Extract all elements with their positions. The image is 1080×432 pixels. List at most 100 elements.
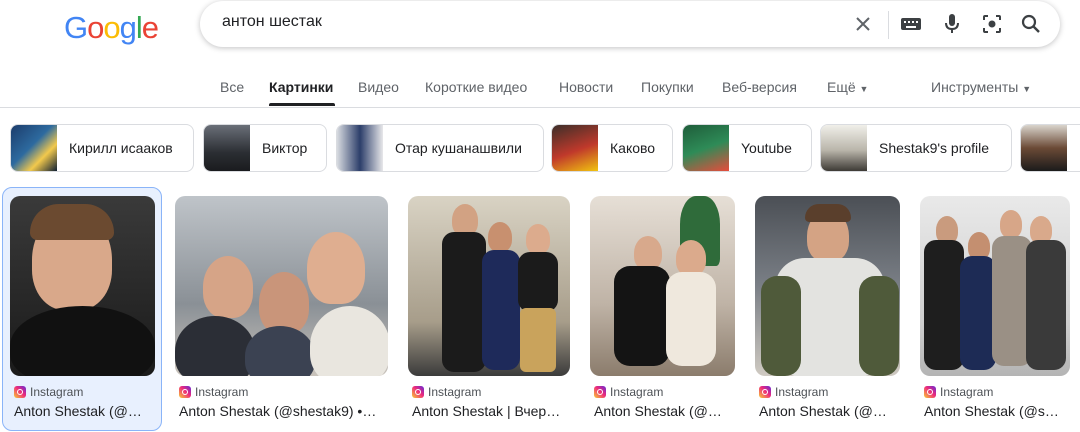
result-title[interactable]: Anton Shestak (@…: [14, 403, 154, 419]
chip-thumbnail: [337, 125, 383, 171]
result-title[interactable]: Anton Shestak (@shestak9) •…: [179, 403, 384, 419]
result-title[interactable]: Anton Shestak | Вчер…: [412, 403, 568, 419]
result-source: Instagram: [14, 385, 83, 399]
instagram-icon: [759, 386, 771, 398]
body-shape: [960, 256, 996, 370]
tab-news[interactable]: Новости: [559, 79, 613, 95]
tools-label: Инструменты: [931, 79, 1019, 95]
chip-label: Youtube: [741, 140, 792, 156]
divider: [0, 107, 1080, 108]
body-shape: [614, 266, 670, 366]
related-chip[interactable]: Каково: [551, 124, 673, 172]
result-source: Instagram: [412, 385, 481, 399]
source-label: Instagram: [610, 385, 664, 399]
tools-button[interactable]: Инструменты ▼: [931, 79, 1031, 95]
source-label: Instagram: [428, 385, 482, 399]
source-label: Instagram: [940, 385, 994, 399]
logo-letter: g: [119, 10, 137, 45]
google-logo[interactable]: Google: [64, 10, 159, 46]
body-shape: [924, 240, 964, 370]
result-image[interactable]: [920, 196, 1070, 376]
jacket-shape: [859, 276, 899, 376]
chip-label: Каково: [610, 140, 656, 156]
result-title[interactable]: Anton Shestak (@…: [594, 403, 734, 419]
result-image[interactable]: [10, 196, 155, 376]
search-box[interactable]: антон шестак: [200, 1, 1060, 47]
instagram-icon: [924, 386, 936, 398]
tab-shopping[interactable]: Покупки: [641, 79, 694, 95]
chevron-down-icon: ▼: [859, 84, 869, 94]
chip-label: Кирилл исааков: [69, 140, 173, 156]
microphone-icon[interactable]: [941, 13, 963, 35]
logo-letter: G: [64, 10, 88, 45]
tab-video[interactable]: Видео: [358, 79, 399, 95]
tab-short-video[interactable]: Короткие видео: [425, 79, 527, 95]
face-shape: [526, 224, 550, 254]
chevron-down-icon: ▼: [1022, 84, 1032, 94]
chip-thumbnail: [1021, 125, 1067, 171]
face-shape: [307, 232, 365, 304]
tab-more[interactable]: Ещё ▼: [827, 79, 868, 95]
tab-web[interactable]: Веб-версия: [722, 79, 797, 95]
result-source: Instagram: [179, 385, 248, 399]
tab-more-label: Ещё: [827, 79, 856, 95]
body-shape: [442, 232, 486, 372]
face-shape: [203, 256, 253, 318]
tab-images[interactable]: Картинки: [269, 79, 333, 95]
result-source: Instagram: [924, 385, 993, 399]
related-chip[interactable]: [1020, 124, 1080, 172]
body-shape: [482, 250, 520, 370]
body-shape: [518, 252, 558, 312]
instagram-icon: [594, 386, 606, 398]
face-shape: [676, 240, 706, 276]
jacket-shape: [245, 326, 315, 376]
result-image[interactable]: [175, 196, 388, 376]
related-chip[interactable]: Shestak9's profile: [820, 124, 1012, 172]
result-image[interactable]: [755, 196, 900, 376]
search-icon[interactable]: [1020, 13, 1042, 35]
jacket-shape: [761, 276, 801, 376]
face-shape: [1000, 210, 1022, 238]
instagram-icon: [179, 386, 191, 398]
face-shape: [259, 272, 309, 334]
body-shape: [1026, 240, 1066, 370]
body-shape: [666, 272, 716, 366]
source-label: Instagram: [30, 385, 84, 399]
chip-thumbnail: [552, 125, 598, 171]
active-tab-indicator: [269, 103, 335, 106]
result-title[interactable]: Anton Shestak (@…: [759, 403, 899, 419]
camera-lens-icon[interactable]: [981, 13, 1003, 35]
search-tabs: Все Картинки Видео Короткие видео Новост…: [0, 76, 1080, 108]
tab-all[interactable]: Все: [220, 79, 244, 95]
result-image[interactable]: [590, 196, 735, 376]
chip-label: Виктор: [262, 140, 308, 156]
related-chip[interactable]: Отар кушанашвили: [336, 124, 544, 172]
result-source: Instagram: [759, 385, 828, 399]
hair-shape: [30, 204, 114, 240]
instagram-icon: [412, 386, 424, 398]
chip-thumbnail: [683, 125, 729, 171]
logo-letter: o: [87, 10, 104, 45]
jacket-shape: [175, 316, 255, 376]
shirt-shape: [10, 306, 155, 376]
result-image[interactable]: [408, 196, 570, 376]
keyboard-icon[interactable]: [900, 13, 922, 35]
related-chip[interactable]: Youtube: [682, 124, 812, 172]
related-chip[interactable]: Кирилл исааков: [10, 124, 194, 172]
face-shape: [488, 222, 512, 252]
logo-letter: o: [103, 10, 120, 45]
pants-shape: [520, 308, 556, 372]
source-label: Instagram: [775, 385, 829, 399]
chip-thumbnail: [11, 125, 57, 171]
hair-shape: [805, 204, 851, 222]
source-label: Instagram: [195, 385, 249, 399]
chip-label: Shestak9's profile: [879, 140, 990, 156]
result-title[interactable]: Anton Shestak (@s…: [924, 403, 1069, 419]
search-divider: [888, 11, 889, 39]
shirt-shape: [310, 306, 388, 376]
related-chip[interactable]: Виктор: [203, 124, 327, 172]
logo-letter: e: [141, 10, 159, 45]
face-shape: [634, 236, 662, 270]
search-input[interactable]: антон шестак: [222, 13, 322, 31]
clear-icon[interactable]: [852, 13, 874, 35]
